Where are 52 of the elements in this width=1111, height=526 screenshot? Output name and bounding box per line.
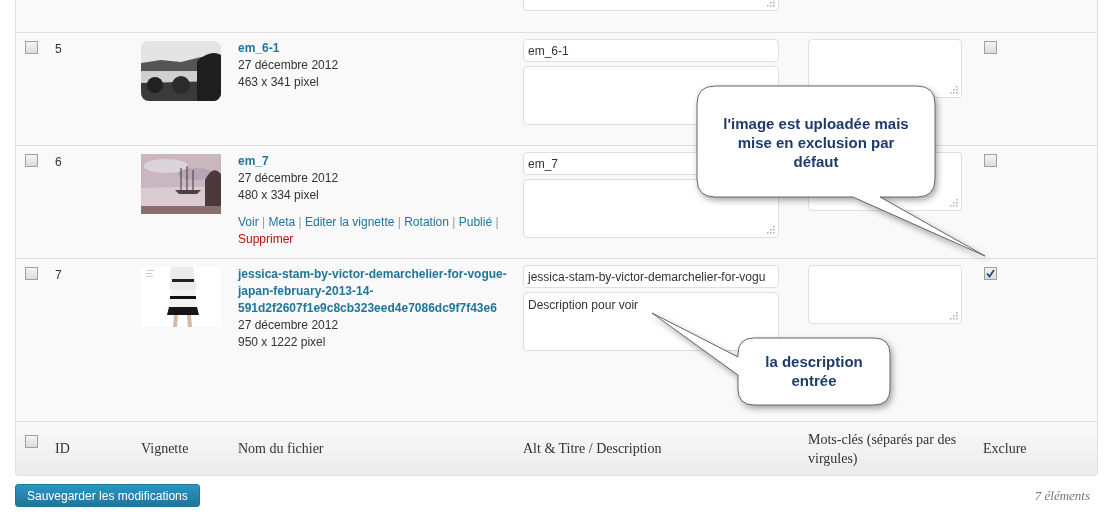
item-count: 7 éléments	[1034, 486, 1090, 505]
column-header[interactable]: Alt & Titre / Description	[523, 438, 808, 459]
callout-text: la description entrée	[765, 353, 863, 389]
description-field[interactable]: Description pour voir	[523, 292, 779, 351]
date-text: 27 décembre 2012	[238, 57, 339, 74]
alt-field[interactable]: jessica-stam-by-victor-demarchelier-for-vogu	[523, 265, 779, 288]
column-header[interactable]: Vignette	[141, 438, 238, 459]
action-link[interactable]: Meta	[268, 215, 296, 229]
date-text: 27 décembre 2012	[238, 317, 339, 334]
delete-link[interactable]: Supprimer	[238, 232, 294, 246]
dimensions-text: 463 x 341 pixel	[238, 74, 319, 91]
action-link[interactable]: Publié	[458, 215, 493, 229]
resize-grip-icon	[767, 0, 775, 7]
action-link[interactable]: Editer la vignette	[305, 215, 395, 229]
separator-text: |	[495, 215, 499, 229]
id-cell: 5	[55, 42, 62, 56]
resize-grip-icon	[950, 312, 958, 320]
column-header[interactable]: ID	[55, 438, 141, 459]
alt-field[interactable]: em_6-1	[523, 39, 779, 62]
resize-grip-icon	[950, 199, 958, 207]
column-header[interactable]: Exclure	[983, 438, 1097, 459]
separator-text: |	[262, 215, 266, 229]
column-header[interactable]: Nom du fichier	[238, 438, 523, 459]
file-name-link[interactable]: em_6-1	[238, 40, 508, 57]
file-name-link[interactable]: jessica-stam-by-victor-demarchelier-for-vogue-japan-february-2013-14-591d2f2607f1e9c8cb323eed4e7086dc9f7f43e6	[238, 266, 508, 317]
dimensions-text: 950 x 1222 pixel	[238, 334, 326, 351]
check-icon	[986, 269, 995, 278]
separator-text: |	[397, 215, 401, 229]
checkbox[interactable]	[984, 267, 997, 280]
checkbox[interactable]	[25, 435, 38, 448]
description-text: Description pour voir	[528, 298, 639, 312]
resize-grip-icon	[950, 86, 958, 94]
separator-text: |	[298, 215, 302, 229]
keywords-field[interactable]	[808, 265, 962, 324]
checkbox[interactable]	[25, 267, 38, 280]
checkbox[interactable]	[25, 154, 38, 167]
save-button[interactable]: Sauvegarder les modifications	[15, 484, 200, 507]
column-header[interactable]: Mots-clés (séparés par des virgules)	[808, 429, 961, 468]
id-cell: 6	[55, 155, 62, 169]
checkbox[interactable]	[25, 41, 38, 54]
file-name-link[interactable]: em_7	[238, 153, 508, 170]
action-link[interactable]: Voir	[238, 215, 259, 229]
checkbox[interactable]	[984, 154, 997, 167]
id-cell: 7	[55, 268, 62, 282]
dimensions-text: 480 x 334 pixel	[238, 187, 319, 204]
separator-text: |	[452, 215, 456, 229]
description-field[interactable]	[523, 179, 779, 238]
action-link[interactable]: Rotation	[404, 215, 449, 229]
checkbox[interactable]	[984, 41, 997, 54]
date-text: 27 décembre 2012	[238, 170, 339, 187]
textarea-field[interactable]	[523, 0, 779, 11]
resize-grip-icon	[767, 226, 775, 234]
